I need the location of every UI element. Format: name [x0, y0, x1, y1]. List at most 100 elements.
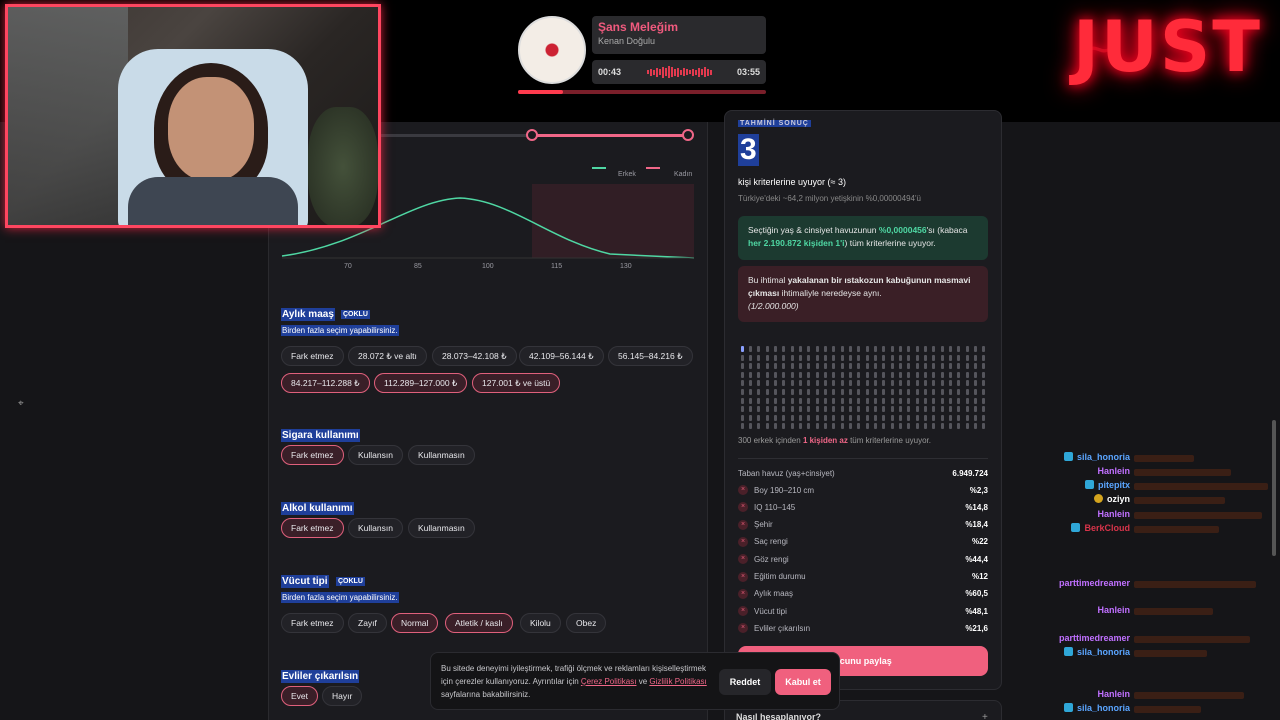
person-icon [773, 423, 777, 430]
chat-username[interactable]: parttimedreamer [1059, 633, 1130, 643]
person-icon [865, 371, 869, 378]
person-icon [882, 406, 886, 413]
salary-option[interactable]: 127.001 ₺ ve üstü [472, 373, 561, 393]
person-icon [965, 423, 969, 430]
married-option[interactable]: Hayır [322, 686, 363, 706]
body-type-option[interactable]: Zayıf [348, 613, 387, 633]
chat-message [1134, 581, 1256, 588]
salary-option[interactable]: 28.073–42.108 ₺ [432, 346, 517, 366]
person-icon [890, 414, 894, 421]
remove-x-icon[interactable]: × [738, 606, 748, 617]
chat-username[interactable]: Hanlein [1097, 509, 1130, 519]
person-icon [773, 388, 777, 395]
person-icon [832, 423, 836, 430]
chat-username[interactable]: Hanlein [1097, 605, 1130, 615]
result-header: TAHMİNİ SONUÇ [738, 120, 811, 127]
person-icon [940, 371, 944, 378]
cookie-policy-link[interactable]: Çerez Politikası [581, 677, 637, 686]
salary-option[interactable]: 84.217–112.288 ₺ [281, 373, 370, 393]
remove-x-icon[interactable]: × [738, 571, 748, 582]
criteria-row: × Boy 190–210 cm %2,3 [738, 482, 988, 498]
expand-plus-icon[interactable]: + [982, 712, 988, 720]
married-option[interactable]: Evet [281, 686, 319, 706]
chat-message [1134, 455, 1194, 462]
remove-x-icon[interactable]: × [738, 502, 748, 513]
person-icon [898, 423, 902, 430]
person-icon [923, 397, 927, 404]
chat-username[interactable]: sila_honoria [1063, 703, 1130, 713]
remove-x-icon[interactable]: × [738, 485, 748, 495]
person-icon [840, 397, 844, 404]
person-icon [965, 388, 969, 395]
chat-username[interactable]: sila_honoria [1063, 647, 1130, 657]
person-icon [832, 414, 836, 421]
cookie-text: Bu sitede deneyimi iyileştirmek, trafiği… [441, 664, 707, 699]
body-type-subtitle: Birden fazla seçim yapabilirsiniz. [281, 592, 399, 603]
person-icon [773, 406, 777, 413]
person-icon [857, 380, 861, 387]
person-icon [923, 346, 927, 352]
body-type-option[interactable]: Obez [566, 613, 607, 633]
person-icon [790, 397, 794, 404]
range-slider-max-thumb[interactable] [682, 129, 694, 141]
person-icon [915, 388, 919, 395]
chat-username[interactable]: Hanlein [1097, 689, 1130, 699]
person-icon [765, 346, 769, 352]
body-type-option[interactable]: Kilolu [520, 613, 561, 633]
salary-option[interactable]: Fark etmez [281, 346, 344, 366]
person-icon [940, 397, 944, 404]
howto-title[interactable]: Nasıl hesaplanıyor? [736, 712, 821, 720]
chat-username[interactable]: BerkCloud [1071, 523, 1130, 533]
alcohol-option[interactable]: Kullanmasın [408, 518, 475, 538]
person-icon [865, 380, 869, 387]
person-icon [932, 346, 936, 352]
person-icon [798, 406, 802, 413]
salary-option[interactable]: 28.072 ₺ ve altı [348, 346, 427, 366]
alcohol-option[interactable]: Kullansın [348, 518, 403, 538]
person-icon [832, 406, 836, 413]
salary-option[interactable]: 56.145–84.216 ₺ [608, 346, 693, 366]
person-icon [982, 397, 986, 404]
person-icon [740, 414, 744, 421]
person-icon [798, 388, 802, 395]
person-icon [923, 354, 927, 361]
person-icon [790, 363, 794, 370]
remove-x-icon[interactable]: × [738, 588, 748, 599]
chat-username[interactable]: Hanlein [1097, 466, 1130, 476]
chat-username[interactable]: oziyn [1093, 494, 1130, 504]
person-icon [865, 388, 869, 395]
remove-x-icon[interactable]: × [738, 519, 748, 530]
remove-x-icon[interactable]: × [738, 554, 748, 565]
body-type-multi-badge: ÇOKLU [336, 577, 365, 586]
body-type-option[interactable]: Normal [391, 613, 439, 633]
person-icon [757, 371, 761, 378]
alcohol-option[interactable]: Fark etmez [281, 518, 344, 538]
person-icon [807, 346, 811, 352]
person-icon [865, 414, 869, 421]
salary-option[interactable]: 42.109–56.144 ₺ [519, 346, 604, 366]
smoking-option[interactable]: Fark etmez [281, 445, 344, 465]
person-icon [823, 406, 827, 413]
scrollbar[interactable] [1272, 420, 1276, 556]
person-icon [882, 414, 886, 421]
reject-cookies-button[interactable]: Reddet [719, 669, 771, 695]
remove-x-icon[interactable]: × [738, 623, 748, 634]
alcohol-title: Alkol kullanımı [281, 502, 354, 515]
x-tick: 115 [551, 263, 562, 270]
accept-cookies-button[interactable]: Kabul et [775, 669, 831, 695]
salary-option[interactable]: 112.289–127.000 ₺ [374, 373, 468, 393]
music-widget: Şans Meleğim Kenan Doğulu 00:43 03:55 [518, 16, 768, 98]
remove-x-icon[interactable]: × [738, 536, 748, 547]
range-slider-min-thumb[interactable] [526, 129, 538, 141]
smoking-option[interactable]: Kullanmasın [408, 445, 475, 465]
person-icon [932, 388, 936, 395]
body-type-option[interactable]: Atletik / kaslı [445, 613, 513, 633]
privacy-policy-link[interactable]: Gizlilik Politikası [649, 677, 706, 686]
chat-username[interactable]: sila_honoria [1063, 452, 1130, 462]
person-icon [790, 371, 794, 378]
body-type-option[interactable]: Fark etmez [281, 613, 344, 633]
smoking-option[interactable]: Kullansın [348, 445, 403, 465]
chat-username[interactable]: pitepitx [1084, 480, 1130, 490]
chat-username[interactable]: parttimedreamer [1059, 578, 1130, 588]
person-icon [948, 346, 952, 352]
